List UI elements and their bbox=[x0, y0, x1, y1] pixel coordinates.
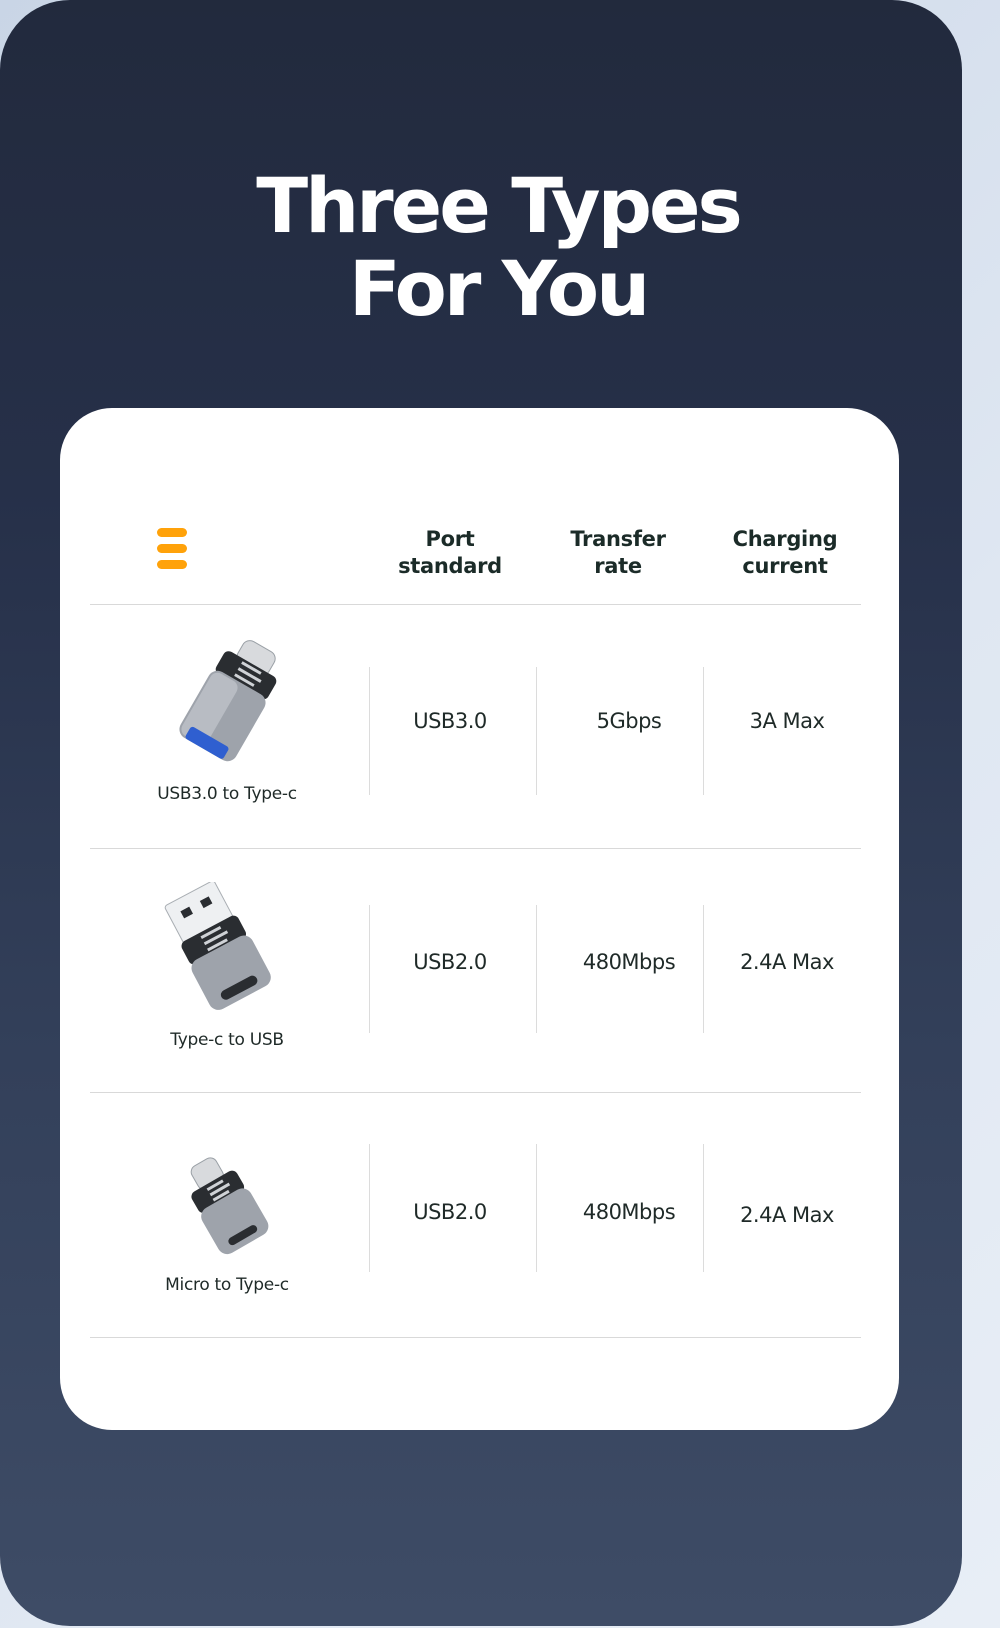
header-rate-line1: Transfer bbox=[570, 527, 666, 551]
column-divider bbox=[536, 1144, 537, 1272]
background-panel: Three Types For You Port standard Transf… bbox=[0, 0, 962, 1626]
page-title-line-1: Three Types bbox=[256, 161, 743, 250]
header-charging-current: Charging current bbox=[710, 526, 860, 580]
column-divider bbox=[536, 667, 537, 795]
column-divider bbox=[369, 667, 370, 795]
micro-to-typec-adapter-image bbox=[190, 1157, 269, 1255]
header-rate-line2: rate bbox=[594, 554, 642, 578]
header-port-line2: standard bbox=[398, 554, 502, 578]
divider bbox=[90, 848, 861, 849]
page-title-line-2: For You bbox=[348, 244, 650, 333]
header-port-standard: Port standard bbox=[375, 526, 525, 580]
header-current-line2: current bbox=[742, 554, 828, 578]
product-name: Type-c to USB bbox=[170, 1030, 284, 1050]
typec-to-usb-adapter-image bbox=[164, 882, 271, 1010]
port-standard-value: USB2.0 bbox=[413, 950, 487, 974]
column-divider bbox=[369, 1144, 370, 1272]
charging-current-value: 2.4A Max bbox=[740, 950, 834, 974]
transfer-rate-value: 5Gbps bbox=[596, 709, 662, 733]
port-standard-value: USB2.0 bbox=[413, 1200, 487, 1224]
divider bbox=[90, 1092, 861, 1093]
divider bbox=[90, 604, 861, 605]
header-port-line1: Port bbox=[425, 527, 475, 551]
column-divider bbox=[536, 905, 537, 1033]
comparison-card: Port standard Transfer rate Charging cur… bbox=[60, 408, 899, 1430]
header-transfer-rate: Transfer rate bbox=[543, 526, 693, 580]
menu-icon bbox=[157, 528, 189, 570]
header-current-line1: Charging bbox=[732, 527, 838, 551]
transfer-rate-value: 480Mbps bbox=[582, 950, 676, 974]
product-name: USB3.0 to Type-c bbox=[157, 784, 297, 804]
column-divider bbox=[369, 905, 370, 1033]
divider bbox=[90, 1337, 861, 1338]
charging-current-value: 2.4A Max bbox=[740, 1203, 834, 1227]
port-standard-value: USB3.0 bbox=[413, 709, 487, 733]
product-name: Micro to Type-c bbox=[165, 1275, 289, 1295]
usb3-to-typec-adapter-image bbox=[179, 640, 277, 762]
transfer-rate-value: 480Mbps bbox=[582, 1200, 676, 1224]
charging-current-value: 3A Max bbox=[749, 709, 825, 733]
